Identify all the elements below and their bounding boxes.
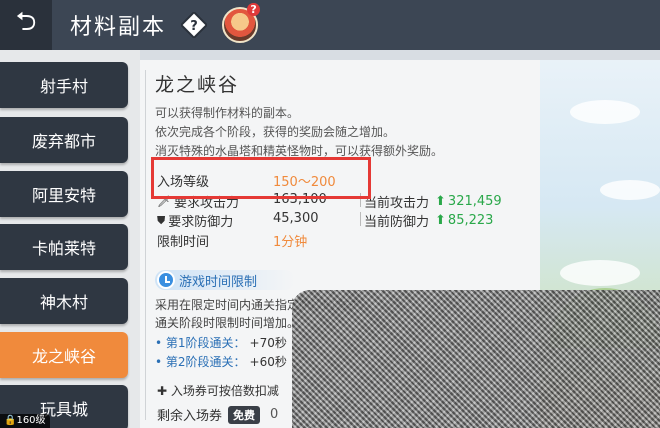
time-limit-label: 限制时间 [157,235,210,250]
stage1-bonus-row: • 第1阶段通关： +70秒 [155,334,287,351]
ticket-multiplier-note: ✚ 入场券可按倍数扣减 [157,384,279,398]
back-arrow-icon: ⮌ [15,7,37,37]
region-sidebar: 射手村 废弃都市 阿里安特 卡帕莱特 神木村 龙之峡谷 玩具城 🔒160级 [0,50,140,428]
stage-name: 龙之峡谷 [155,74,240,96]
clock-icon [157,271,175,289]
sidebar-item-label: 卡帕莱特 [31,239,96,258]
shield-icon: ⛊ [157,213,166,227]
current-attack-value: 321,459 [447,194,502,209]
current-defense-row: 当前防御力 ⬆ 85,223 [364,211,493,230]
time-limit-section-title: 游戏时间限制 [179,274,258,290]
sidebar-item-kerning[interactable]: 废弃都市 [0,117,128,163]
sidebar-item-label: 神木村 [39,293,88,312]
free-ticket-badge: 免费 [228,405,261,424]
current-defense-value: 85,223 [447,213,494,228]
entry-level-highlight-box [151,157,371,199]
sidebar-item-label: 阿里安特 [31,186,96,205]
stage-description-line: 依次完成各个阶段，获得的奖励会随之增加。 [155,125,396,139]
level-lock-badge: 🔒160级 [0,414,50,428]
required-defense-value: 45,300 [273,211,319,226]
arrow-up-icon: ⬆ [435,194,446,209]
arrow-up-icon: ⬆ [435,213,446,228]
sidebar-item-label: 废弃都市 [31,132,96,151]
panel-divider [145,70,146,420]
obscured-region [292,290,660,428]
required-defense-label: 要求防御力 [168,215,234,230]
stage2-bonus-label: • 第2阶段通关： [155,355,246,369]
sidebar-item-henesys[interactable]: 射手村 [0,62,128,108]
stage-description-line: 可以获得制作材料的副本。 [155,106,300,120]
current-attack-row: 当前攻击力 ⬆ 321,459 [364,192,502,211]
mascot-avatar-icon[interactable] [222,3,261,43]
current-defense-label: 当前防御力 [364,215,430,230]
free-ticket-count: 0 [270,407,279,422]
current-attack-label: 当前攻击力 [364,196,430,211]
top-bar: ⮌ 材料副本 ? [0,0,660,50]
stage2-bonus-row: • 第2阶段通关： +60秒 [155,353,287,370]
remaining-tickets-label: 剩余入场券 [157,409,223,424]
stage2-bonus-value: +60秒 [249,355,287,369]
sidebar-item-dragon-canyon[interactable]: 龙之峡谷 [0,332,128,378]
page-title: 材料副本 [70,15,167,40]
back-button[interactable]: ⮌ [0,0,52,50]
sidebar-item-magatia[interactable]: 卡帕莱特 [0,224,128,270]
stage1-bonus-value: +70秒 [249,336,287,350]
sidebar-item-ariant[interactable]: 阿里安特 [0,171,128,217]
column-separator [360,212,361,226]
stage1-bonus-label: • 第1阶段通关： [155,336,246,350]
time-limit-value: 1分钟 [273,235,308,250]
sidebar-item-label: 龙之峡谷 [31,347,96,366]
required-defense-row: ⛊ 要求防御力 [157,211,234,231]
svg-text:?: ? [190,19,198,34]
sidebar-item-leafre[interactable]: 神木村 [0,278,128,324]
sidebar-item-label: 射手村 [39,77,88,96]
help-icon[interactable]: ? [180,11,208,39]
remaining-tickets-row: 剩余入场券 免费 0 [157,405,278,424]
time-limit-section-header: 游戏时间限制 [155,270,295,290]
time-limit-description-line: 通关阶段时限制时间增加。 [155,316,300,330]
